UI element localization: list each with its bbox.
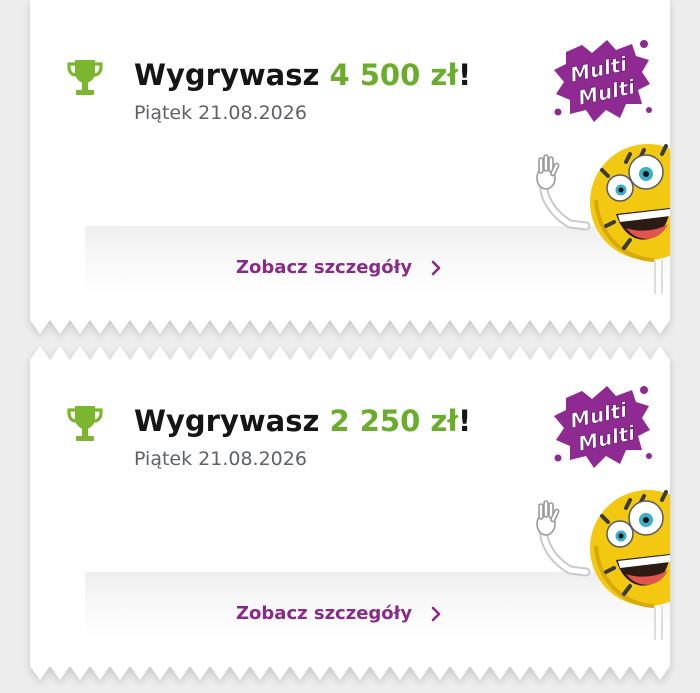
see-details-link[interactable]: Zobacz szczegóły xyxy=(236,600,442,628)
winning-title: Wygrywasz 4 500 zł! xyxy=(134,56,471,94)
see-details-label: Zobacz szczegóły xyxy=(236,257,413,278)
winning-ticket-card: Wygrywasz 4 500 zł! Piątek 21.08.2026 Zo… xyxy=(30,0,670,334)
draw-date: Piątek 21.08.2026 xyxy=(134,448,307,470)
multi-multi-logo: Multi Multi xyxy=(554,386,652,468)
winning-title: Wygrywasz 2 250 zł! xyxy=(134,402,471,440)
winnings-list: Wygrywasz 4 500 zł! Piątek 21.08.2026 Zo… xyxy=(0,0,700,693)
title-suffix: ! xyxy=(458,404,472,438)
title-prefix: Wygrywasz xyxy=(134,404,330,438)
winning-amount: 2 250 zł xyxy=(329,404,458,438)
winning-amount: 4 500 zł xyxy=(329,58,458,92)
title-prefix: Wygrywasz xyxy=(134,58,330,92)
see-details-label: Zobacz szczegóły xyxy=(236,603,413,624)
see-details-link[interactable]: Zobacz szczegóły xyxy=(236,254,442,282)
mascot-illustration xyxy=(536,490,670,640)
title-suffix: ! xyxy=(458,58,472,92)
draw-date: Piątek 21.08.2026 xyxy=(134,102,307,124)
chevron-right-icon xyxy=(431,606,441,622)
chevron-right-icon xyxy=(431,260,441,276)
winning-ticket-card: Wygrywasz 2 250 zł! Piątek 21.08.2026 Zo… xyxy=(30,346,670,680)
mascot-illustration xyxy=(536,144,670,294)
multi-multi-logo: Multi Multi xyxy=(554,40,652,122)
trophy-icon xyxy=(67,60,103,95)
trophy-icon xyxy=(67,406,103,441)
